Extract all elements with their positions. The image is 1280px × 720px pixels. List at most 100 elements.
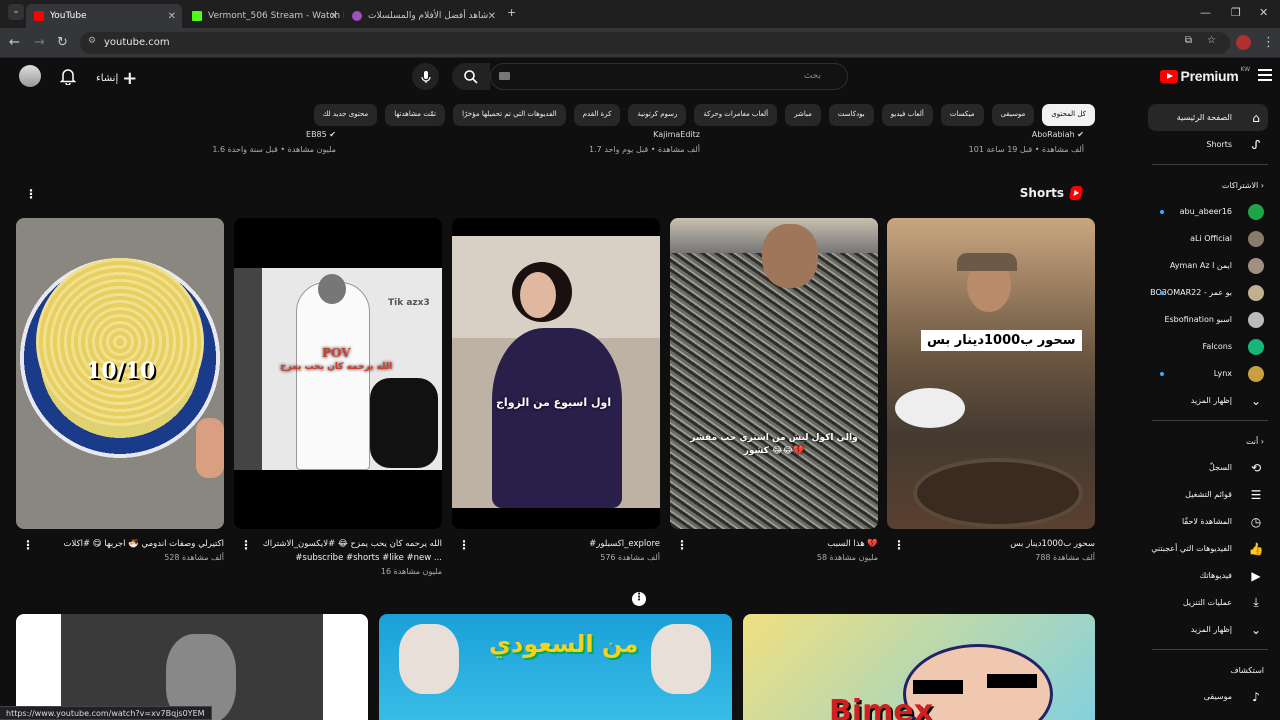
filter-chip[interactable]: بودكاست [828,104,874,126]
short-title[interactable]: هذا السبب 💔 [670,537,878,551]
short-card[interactable]: سحور ب1000دينار بس سحور ب1000دينار بس 78… [887,218,1095,562]
address-bar[interactable]: ⚙ youtube.com ⧉ ☆ [80,32,1230,54]
sidebar-you-item[interactable]: ◷ المشاهدة لاحقًا [1140,508,1280,535]
sidebar-subscription-item[interactable]: Esbofination اسبو [1140,306,1280,333]
video-thumbnail[interactable] [16,614,368,720]
sidebar-subscription-item[interactable]: BO3OMAR22 - بو عمر [1140,279,1280,306]
short-card[interactable]: 10/10 اكتيرلي وصفات اندومي 🍜 اجربها 😋 #ا… [16,218,224,562]
sidebar-item-music[interactable]: ♪ موسيقى [1140,683,1280,710]
short-menu-icon[interactable]: ⋮ [893,538,905,552]
explore-label: استكشاف [1230,666,1264,675]
voice-search-button[interactable] [412,63,439,90]
account-avatar[interactable] [19,65,41,87]
short-card[interactable]: Tik azx3 POV الله يرحمه كان يحب يمزح الل… [234,218,442,576]
sidebar-item-shorts[interactable]: ᔑ Shorts [1140,131,1280,158]
bookmark-star-icon[interactable]: ☆ [1207,35,1216,46]
short-menu-icon[interactable]: ⋮ [676,538,688,552]
sidebar-you-item[interactable]: ▶ فيديوهاتك [1140,562,1280,589]
url-text: youtube.com [104,37,170,48]
short-title[interactable]: الله يرحمه كان يحب يمزح 😂 #لايكسون_الاشت… [234,537,442,565]
close-window-button[interactable]: ✕ [1259,6,1268,19]
channel-avatar [1248,338,1264,355]
short-thumbnail[interactable]: 10/10 [16,218,224,529]
sidebar-subscription-item[interactable]: Falcons [1140,333,1280,360]
back-icon[interactable]: ← [9,35,20,50]
filter-chip[interactable]: الفديوهات التي تم تحميلها مؤخرًا [453,104,566,126]
short-title[interactable]: #اكسبلور_explore [452,537,660,551]
sidebar-show-more-subs[interactable]: ⌄ إظهار المزيد [1140,387,1280,414]
hamburger-menu-icon[interactable] [1258,66,1272,84]
chevron-down-icon: ⌄ [1250,393,1262,408]
sidebar-you-item[interactable]: ⟲ السجلّ [1140,454,1280,481]
sidebar-subscription-item[interactable]: abu_abeer16 [1140,198,1280,225]
short-menu-icon[interactable]: ⋮ [22,538,34,552]
notifications-bell-icon[interactable] [60,67,76,85]
tab-search-button[interactable]: ⌄ [8,4,24,20]
channel-avatar [1248,311,1264,328]
short-thumbnail[interactable]: Tik azx3 POV الله يرحمه كان يحب يمزح [234,218,442,529]
short-thumbnail[interactable]: والي اكول ليش من اشتري حب مقشر كشور 😂😂💔 [670,218,878,529]
sidebar-item-home[interactable]: ⌂ الصفحة الرئيسية [1148,104,1268,131]
youtube-premium-logo[interactable]: Premium KW [1159,66,1250,84]
tab-youtube[interactable]: YouTube ✕ [26,4,182,28]
filter-chip[interactable]: كل المحتوى [1042,104,1095,126]
filter-chip[interactable]: كرة القدم [573,104,621,126]
maximize-button[interactable]: ❐ [1231,6,1241,19]
channel-name[interactable]: AboRabiah [1032,130,1075,139]
minimize-button[interactable]: — [1200,6,1211,19]
video-meta[interactable]: KajimaEditz 1.7 ألف مشاهدة • قبل يوم واح… [400,130,700,154]
new-tab-button[interactable]: + [507,6,516,19]
keyboard-icon[interactable] [499,72,510,80]
status-url: https://www.youtube.com/watch?v=xv7Bqjs0… [6,709,205,718]
sidebar-subscription-item[interactable]: Ayman Az l ايمن [1140,252,1280,279]
site-info-icon[interactable]: ⚙ [88,36,96,46]
filter-chip[interactable]: محتوى جديد لك [313,104,378,126]
browser-menu-icon[interactable]: ⋮ [1262,35,1275,50]
short-card[interactable]: والي اكول ليش من اشتري حب مقشر كشور 😂😂💔 … [670,218,878,562]
short-views: 58 مليون مشاهدة [816,553,878,562]
tab-movies[interactable]: شاهد أفضل الأفلام والمسلسلات ✕ [344,4,502,28]
filter-chip[interactable]: موسيقى [991,104,1035,126]
shelf-more-icon[interactable]: ⋮ [632,592,646,606]
close-tab-icon[interactable]: ✕ [168,11,176,22]
video-thumbnail[interactable]: من السعودي [379,614,732,720]
video-thumbnail[interactable]: Bimex [743,614,1095,720]
sidebar-you-item[interactable]: ⌄ إظهار المزيد [1140,616,1280,643]
profile-icon[interactable] [1236,35,1251,50]
short-menu-icon[interactable]: ⋮ [458,538,470,552]
create-button[interactable]: إنشاء + [96,68,137,89]
shelf-menu-icon[interactable]: ⋮ [25,187,37,201]
channel-name[interactable]: EB85 [306,130,327,139]
filter-chip[interactable]: ألعاب مغامرات وحركة [694,104,778,126]
filter-chip[interactable]: رسوم كرتونية [628,104,687,126]
install-icon[interactable]: ⧉ [1185,35,1192,46]
short-thumbnail[interactable]: اول اسبوع من الزواج [452,218,660,529]
short-card[interactable]: اول اسبوع من الزواج #اكسبلور_explore 576… [452,218,660,562]
short-title[interactable]: سحور ب1000دينار بس [887,537,1095,551]
search-input[interactable]: بحث [490,63,848,90]
short-thumbnail[interactable]: سحور ب1000دينار بس [887,218,1095,529]
tab-kick[interactable]: Vermont_506 Stream - Watch L ✕ [184,4,344,28]
sidebar-you-item[interactable]: ⤓ عمليات التنزيل [1140,589,1280,616]
reload-icon[interactable]: ↻ [57,35,68,50]
filter-chip[interactable]: ألعاب فيديو [881,104,933,126]
close-tab-icon[interactable]: ✕ [488,11,496,22]
filter-chip[interactable]: تمّت مشاهدتها [385,104,446,126]
sidebar-you-item[interactable]: ☰ قوائم التشغيل [1140,481,1280,508]
channel-name[interactable]: KajimaEditz [400,130,700,139]
search-button[interactable] [452,63,490,90]
filter-chip[interactable]: ميكسات [940,104,984,126]
subscriptions-header[interactable]: الاشتراكات › [1140,171,1280,198]
sidebar-you-item[interactable]: 👍 الفيديوهات التي أعجبتني [1140,535,1280,562]
person-head [318,274,346,304]
you-header[interactable]: أنت › [1140,427,1280,454]
video-meta[interactable]: AboRabiah ✔ 101 ألف مشاهدة • قبل 19 ساعة [784,130,1084,154]
sidebar-subscription-item[interactable]: Lynx [1140,360,1280,387]
short-menu-icon[interactable]: ⋮ [240,538,252,552]
video-meta[interactable]: EB85 ✔ 1.6 مليون مشاهدة • قبل سنة واحدة [36,130,336,154]
close-tab-icon[interactable]: ✕ [330,11,338,22]
forward-icon[interactable]: → [34,35,45,50]
sidebar-subscription-item[interactable]: aLi Official [1140,225,1280,252]
short-title[interactable]: اكتيرلي وصفات اندومي 🍜 اجربها 😋 #اكلات [16,537,225,551]
filter-chip[interactable]: مباشر [785,104,821,126]
